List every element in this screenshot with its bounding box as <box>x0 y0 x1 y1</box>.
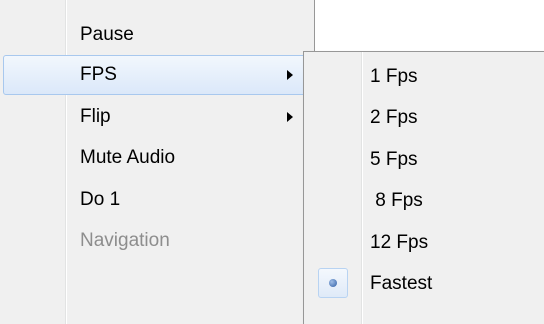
menu-item-navigation: Navigation <box>3 221 311 261</box>
menu-item-do-1[interactable]: Do 1 <box>3 180 311 220</box>
fps-option-1[interactable]: 1 Fps <box>307 57 542 97</box>
menu-item-label: Pause <box>80 24 134 45</box>
menu-item-fps[interactable]: FPS <box>3 55 311 95</box>
menu-item-pause[interactable]: Pause <box>3 15 311 55</box>
menu-item-label: Mute Audio <box>80 147 176 168</box>
fps-option-2[interactable]: 2 Fps <box>307 98 542 138</box>
fps-option-5[interactable]: 5 Fps <box>307 140 542 180</box>
fps-option-label: 5 Fps <box>370 149 418 170</box>
menu-item-flip[interactable]: Flip <box>3 97 311 137</box>
submenu-arrow-icon <box>287 112 293 122</box>
fps-option-label: Fastest <box>370 273 433 294</box>
fps-option-fastest[interactable]: Fastest <box>307 264 542 304</box>
menu-item-label: FPS <box>80 64 117 85</box>
submenu-arrow-icon <box>287 70 293 80</box>
menu-item-label: Navigation <box>80 230 170 251</box>
fps-option-label: 8 Fps <box>370 190 423 211</box>
menu-item-label: Flip <box>80 106 111 127</box>
fps-submenu: 1 Fps 2 Fps 5 Fps 8 Fps 12 Fps Fastest <box>303 51 544 324</box>
menu-item-label: Do 1 <box>80 189 121 210</box>
fps-option-12[interactable]: 12 Fps <box>307 223 542 263</box>
radio-selected-icon <box>329 279 337 287</box>
radio-check-box <box>318 268 348 298</box>
menu-item-mute-audio[interactable]: Mute Audio <box>3 138 311 178</box>
fps-option-8[interactable]: 8 Fps <box>307 181 542 221</box>
fps-option-label: 2 Fps <box>370 107 418 128</box>
context-menu: Pause FPS Flip Mute Audio Do 1 Navigatio… <box>0 0 315 324</box>
fps-option-label: 12 Fps <box>370 232 429 253</box>
fps-option-label: 1 Fps <box>370 66 418 87</box>
